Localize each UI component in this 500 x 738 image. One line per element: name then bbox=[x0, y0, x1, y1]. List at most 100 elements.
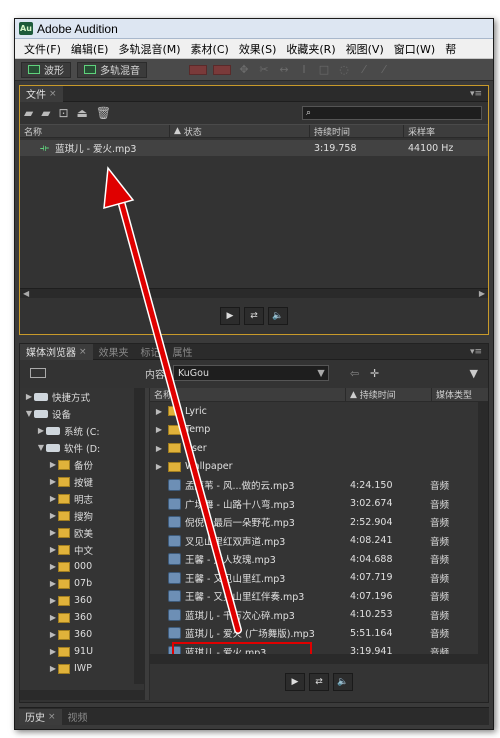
menu-view[interactable]: 视图(V) bbox=[341, 41, 389, 57]
list-item[interactable]: 蓝琪儿 - 爱火 (广场舞版).mp3 5:51.164 音频 bbox=[150, 624, 488, 643]
collapse-arrow-icon[interactable]: ▶ bbox=[24, 392, 34, 401]
collapse-arrow-icon[interactable]: ▶ bbox=[48, 562, 58, 571]
panel-menu-icon[interactable]: ▾≡ bbox=[470, 347, 488, 357]
collapse-arrow-icon[interactable]: ▶ bbox=[48, 545, 58, 554]
lasso-tool-icon[interactable]: ◌ bbox=[337, 63, 351, 76]
col-duration[interactable]: 持续时间 bbox=[310, 125, 404, 138]
tree-item[interactable]: ▶ 中文 bbox=[20, 541, 144, 558]
list-vertical-scrollbar[interactable] bbox=[478, 402, 488, 654]
tree-item[interactable]: ▶ 360 bbox=[20, 609, 144, 626]
brush-tool-icon[interactable]: ⁄ bbox=[357, 63, 371, 76]
tree-item[interactable]: ▼ 软件 (D: bbox=[20, 439, 144, 456]
list-item[interactable]: ▶ Temp bbox=[150, 421, 488, 440]
close-icon[interactable]: × bbox=[48, 712, 56, 722]
collapse-arrow-icon[interactable]: ▶ bbox=[48, 613, 58, 622]
tree-item[interactable]: ▶ 000 bbox=[20, 558, 144, 575]
tree-item[interactable]: ▶ 快捷方式 bbox=[20, 388, 144, 405]
tree-item[interactable]: ▶ 系统 (C: bbox=[20, 422, 144, 439]
collapse-arrow-icon[interactable]: ▶ bbox=[48, 664, 58, 673]
list-item[interactable]: 广场舞 - 山路十八弯.mp3 3:02.674 音频 bbox=[150, 495, 488, 514]
menu-file[interactable]: 文件(F) bbox=[19, 41, 66, 57]
close-icon[interactable]: × bbox=[79, 347, 87, 357]
auto-play-button[interactable]: 🔈 bbox=[333, 673, 353, 691]
col-name[interactable]: 名称 bbox=[150, 388, 346, 401]
expand-arrow-icon[interactable]: ▶ bbox=[154, 462, 164, 471]
expand-arrow-icon[interactable]: ▼ bbox=[24, 409, 34, 418]
healing-tool-icon[interactable]: ⁄ bbox=[377, 63, 391, 76]
list-item[interactable]: 王馨 - 女人玫瑰.mp3 4:04.688 音频 bbox=[150, 550, 488, 569]
insert-icon[interactable]: ⏏ bbox=[77, 106, 88, 120]
col-sample-rate[interactable]: 采样率 bbox=[404, 125, 488, 138]
col-name[interactable]: 名称 bbox=[20, 125, 170, 138]
loop-button[interactable]: ⇄ bbox=[309, 673, 329, 691]
auto-play-button[interactable]: 🔈 bbox=[268, 307, 288, 325]
menu-clip[interactable]: 素材(C) bbox=[186, 41, 234, 57]
play-button[interactable]: ▶ bbox=[285, 673, 305, 691]
tab-markers[interactable]: 标记 bbox=[135, 344, 167, 360]
trash-icon[interactable]: 🗑 bbox=[96, 106, 111, 120]
back-arrow-icon[interactable]: ⇦ bbox=[350, 367, 359, 380]
tab-effects-rack[interactable]: 效果夹 bbox=[93, 344, 135, 360]
collapse-arrow-icon[interactable]: ▶ bbox=[36, 426, 46, 435]
list-horizontal-scrollbar[interactable] bbox=[150, 654, 488, 664]
tree-item[interactable]: ▶ IWP bbox=[20, 660, 144, 677]
menu-multitrack[interactable]: 多轨混音(M) bbox=[113, 41, 185, 57]
display-icon[interactable] bbox=[30, 368, 46, 378]
tree-item[interactable]: ▶ 欧美 bbox=[20, 524, 144, 541]
waveform-view-button[interactable]: 波形 bbox=[21, 61, 71, 78]
list-item[interactable]: 王馨 - 又见山里红.mp3 4:07.719 音频 bbox=[150, 569, 488, 588]
tree-item[interactable]: ▶ 360 bbox=[20, 592, 144, 609]
collapse-arrow-icon[interactable]: ▶ bbox=[48, 477, 58, 486]
expand-arrow-icon[interactable]: ▶ bbox=[154, 444, 164, 453]
multitrack-view-button[interactable]: 多轨混音 bbox=[77, 61, 147, 78]
collapse-arrow-icon[interactable]: ▶ bbox=[48, 511, 58, 520]
move-tool-icon[interactable]: ✥ bbox=[237, 63, 251, 76]
tab-properties[interactable]: 属性 bbox=[167, 344, 199, 360]
new-file-icon[interactable]: ⊡ bbox=[58, 106, 68, 120]
list-item[interactable]: ▶ User bbox=[150, 439, 488, 458]
tree-item[interactable]: ▼ 设备 bbox=[20, 405, 144, 422]
menu-effects[interactable]: 效果(S) bbox=[234, 41, 282, 57]
close-icon[interactable]: × bbox=[49, 89, 57, 99]
collapse-arrow-icon[interactable]: ▶ bbox=[48, 579, 58, 588]
col-media-type[interactable]: 媒体类型 bbox=[432, 388, 488, 401]
tree-item[interactable]: ▶ 91U bbox=[20, 643, 144, 660]
open-folder-icon[interactable]: ▰ bbox=[24, 106, 33, 120]
loop-button[interactable]: ⇄ bbox=[244, 307, 264, 325]
panel-menu-icon[interactable]: ▾≡ bbox=[470, 89, 488, 99]
tab-history[interactable]: 历史 × bbox=[19, 708, 62, 725]
expand-arrow-icon[interactable]: ▼ bbox=[36, 443, 46, 452]
spectral-frequency-icon[interactable] bbox=[189, 64, 207, 75]
tab-files[interactable]: 文件 × bbox=[20, 85, 63, 102]
collapse-arrow-icon[interactable]: ▶ bbox=[48, 647, 58, 656]
razor-tool-icon[interactable]: ✂ bbox=[257, 63, 271, 76]
tree-item[interactable]: ▶ 360 bbox=[20, 626, 144, 643]
col-status[interactable]: ▲ 状态 bbox=[170, 125, 310, 138]
collapse-arrow-icon[interactable]: ▶ bbox=[48, 630, 58, 639]
marquee-tool-icon[interactable]: □ bbox=[317, 63, 331, 76]
list-item[interactable]: 叉见山里红双声道.mp3 4:08.241 音频 bbox=[150, 532, 488, 551]
menu-edit[interactable]: 编辑(E) bbox=[66, 41, 114, 57]
slip-tool-icon[interactable]: ↔ bbox=[277, 63, 291, 76]
files-horizontal-scrollbar[interactable]: ◀ ▶ bbox=[20, 288, 488, 298]
collapse-arrow-icon[interactable]: ▶ bbox=[48, 596, 58, 605]
spectral-pitch-icon[interactable] bbox=[213, 64, 231, 75]
scroll-right-icon[interactable]: ▶ bbox=[479, 289, 485, 298]
menu-favorites[interactable]: 收藏夹(R) bbox=[281, 41, 340, 57]
tree-vertical-scrollbar[interactable] bbox=[134, 388, 144, 684]
tab-media-browser[interactable]: 媒体浏览器 × bbox=[20, 343, 93, 360]
time-selection-icon[interactable]: I bbox=[297, 63, 311, 76]
list-item[interactable]: 王馨 - 又见山里红伴奏.mp3 4:07.196 音频 bbox=[150, 587, 488, 606]
tree-horizontal-scrollbar[interactable] bbox=[20, 690, 144, 700]
menu-help[interactable]: 帮 bbox=[440, 41, 461, 57]
tree-item[interactable]: ▶ 按键 bbox=[20, 473, 144, 490]
menu-window[interactable]: 窗口(W) bbox=[389, 41, 440, 57]
col-duration[interactable]: ▲ 持续时间 bbox=[346, 388, 432, 401]
expand-arrow-icon[interactable]: ▶ bbox=[154, 407, 164, 416]
collapse-arrow-icon[interactable]: ▶ bbox=[48, 460, 58, 469]
tab-video[interactable]: 视频 bbox=[62, 709, 94, 725]
tree-item[interactable]: ▶ 备份 bbox=[20, 456, 144, 473]
add-shortcut-icon[interactable]: ✛ bbox=[370, 367, 379, 380]
list-item[interactable]: 孟庭苇 - 风...做的云.mp3 4:24.150 音频 bbox=[150, 476, 488, 495]
play-button[interactable]: ▶ bbox=[220, 307, 240, 325]
